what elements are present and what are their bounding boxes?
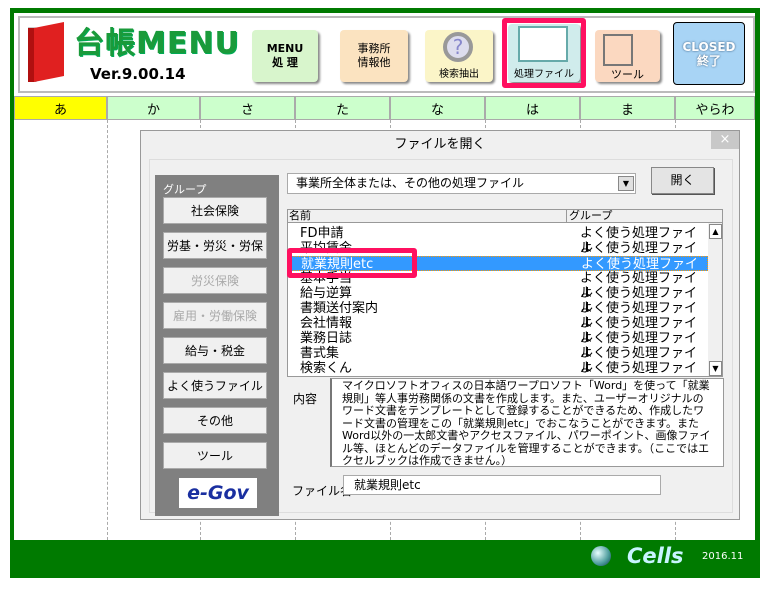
group-label: グループ — [163, 183, 207, 196]
content-label: 内容 — [293, 392, 318, 406]
highlight-box — [502, 18, 586, 88]
tool-button[interactable]: ツール — [595, 30, 660, 82]
app-title: 台帳MENU — [74, 26, 240, 61]
highlight-box — [287, 248, 417, 278]
content-description: マイクロソフトオフィスの日本語ワープロソフト「Word」を使って「就業規則」等人… — [330, 378, 724, 467]
egov-logo[interactable]: e-Gov — [179, 478, 257, 508]
menu-button[interactable]: MENU 処 理 — [252, 30, 318, 82]
tool-icon — [603, 34, 633, 66]
item-name: 給与逆算 — [300, 286, 353, 301]
scroll-up-icon[interactable]: ▲ — [709, 224, 722, 239]
magnifier-question-icon: ? — [443, 32, 473, 62]
group-roki-rosai-roho[interactable]: 労基・労災・労保 — [163, 232, 267, 259]
item-name: 書類送付案内 — [300, 301, 379, 316]
grid-line — [107, 120, 108, 540]
group-koyo-rodo-hoken: 雇用・労働保険 — [163, 302, 267, 329]
item-group: よく使う処理ファイル — [580, 361, 698, 376]
item-name: 会社情報 — [300, 316, 353, 331]
office-info-label: 事務所 情報他 — [357, 42, 391, 69]
tab-ka[interactable]: か — [107, 96, 200, 120]
tab-ha[interactable]: は — [485, 96, 580, 120]
chevron-down-icon[interactable]: ▼ — [618, 176, 634, 191]
list-item[interactable]: 給与逆算 よく使う処理ファイル — [288, 286, 708, 316]
category-select-value: 事業所全体または、その他の処理ファイル — [296, 176, 525, 190]
globe-icon — [591, 546, 611, 566]
group-tools[interactable]: ツール — [163, 442, 267, 469]
list-item[interactable]: 書類送付案内 よく使う処理ファイル — [288, 301, 708, 331]
close-icon[interactable]: × — [711, 131, 739, 149]
item-name: FD申請 — [300, 226, 344, 241]
item-name: 書式集 — [300, 346, 340, 361]
tab-sa[interactable]: さ — [200, 96, 295, 120]
open-button[interactable]: 開く — [651, 167, 714, 194]
item-name: 業務日誌 — [300, 331, 353, 346]
tab-a[interactable]: あ — [14, 96, 107, 120]
list-item[interactable]: 書式集よく使う処理ファイル — [288, 346, 708, 376]
scroll-down-icon[interactable]: ▼ — [709, 361, 722, 376]
menu-button-label: MENU 処 理 — [266, 42, 304, 69]
list-item[interactable]: 業務日誌 よく使う処理ファイル — [288, 331, 708, 361]
dialog-title: ファイルを開く — [141, 131, 739, 159]
group-kyuyo-zeikin[interactable]: 給与・税金 — [163, 337, 267, 364]
group-other[interactable]: その他 — [163, 407, 267, 434]
column-group[interactable]: グループ — [566, 210, 612, 223]
tab-yarawa[interactable]: やらわ — [675, 96, 755, 120]
category-select[interactable]: 事業所全体または、その他の処理ファイル ▼ — [287, 173, 636, 194]
filename-field[interactable]: 就業規則etc — [343, 475, 661, 495]
office-info-button[interactable]: 事務所 情報他 — [340, 30, 408, 82]
list-item[interactable]: FD申請 よく使う処理ファイル — [288, 226, 708, 256]
file-list[interactable]: 名前 グループ FD申請よく使う処理ファイル平均賃金よく使う処理ファイル就業規則… — [287, 209, 723, 377]
closed-exit-button[interactable]: CLOSED 終了 — [673, 22, 745, 85]
tab-ta[interactable]: た — [295, 96, 390, 120]
group-rosai-hoken: 労災保険 — [163, 267, 267, 294]
brand-cells: Cells — [627, 544, 684, 568]
list-item[interactable]: 会社情報 よく使う処理ファイル — [288, 316, 708, 346]
column-name[interactable]: 名前 — [289, 210, 311, 222]
list-header: 名前 グループ — [288, 210, 722, 223]
tab-na[interactable]: な — [390, 96, 485, 120]
release-date: 2016.11 — [702, 551, 744, 562]
version: Ver.9.00.14 — [90, 65, 186, 83]
tool-button-label: ツール — [611, 68, 644, 81]
search-button-label: 検索抽出 — [439, 69, 479, 80]
group-shakai-hoken[interactable]: 社会保険 — [163, 197, 267, 224]
search-button[interactable]: ? 検索抽出 — [425, 30, 493, 82]
kana-tabs: あ か さ た な は ま やらわ — [14, 96, 755, 120]
book-logo-icon — [28, 22, 64, 82]
list-scrollbar[interactable]: ▲ ▼ — [708, 223, 722, 376]
closed-exit-label: CLOSED 終了 — [682, 39, 736, 68]
group-frequent-files[interactable]: よく使うファイル — [163, 372, 267, 399]
tab-ma[interactable]: ま — [580, 96, 675, 120]
list-item[interactable]: 検索くん よく使う処理ファイル — [288, 361, 708, 376]
item-name: 検索くん — [300, 361, 353, 376]
